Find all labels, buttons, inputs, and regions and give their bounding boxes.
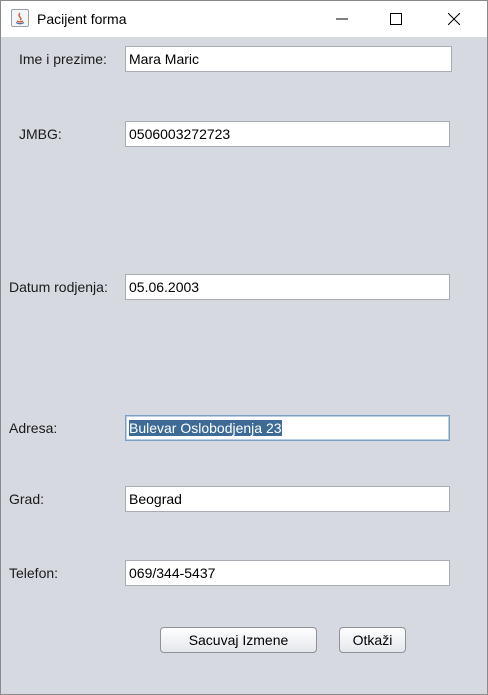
sacuvaj-izmene-button[interactable]: Sacuvaj Izmene xyxy=(160,627,317,653)
maximize-button[interactable] xyxy=(367,1,425,37)
java-app-icon xyxy=(11,9,29,27)
window-title: Pacijent forma xyxy=(37,11,127,27)
ime-prezime-label: Ime i prezime: xyxy=(19,51,107,67)
grad-label: Grad: xyxy=(9,491,45,507)
close-icon xyxy=(448,13,460,25)
title-bar[interactable]: Pacijent forma xyxy=(1,1,487,37)
form-content: Ime i prezime: JMBG: Datum rodjenja: Adr… xyxy=(1,37,487,694)
adresa-label: Adresa: xyxy=(9,420,58,436)
telefon-field[interactable] xyxy=(125,560,450,586)
grad-field[interactable] xyxy=(125,486,450,512)
datum-rodjenja-label: Datum rodjenja: xyxy=(9,279,108,295)
close-button[interactable] xyxy=(425,1,483,37)
datum-rodjenja-field[interactable] xyxy=(125,274,450,300)
jmbg-label: JMBG: xyxy=(19,126,62,142)
minimize-button[interactable] xyxy=(313,1,371,37)
telefon-label: Telefon: xyxy=(9,565,59,581)
pacijent-form-window: Pacijent forma Ime i prezime: JMBG: Datu… xyxy=(0,0,488,695)
minimize-icon xyxy=(336,18,348,20)
ime-prezime-field[interactable] xyxy=(125,46,452,72)
jmbg-field[interactable] xyxy=(125,121,450,147)
otkazi-button[interactable]: Otkaži xyxy=(339,627,406,653)
maximize-icon xyxy=(390,13,402,25)
adresa-field[interactable] xyxy=(125,415,450,441)
